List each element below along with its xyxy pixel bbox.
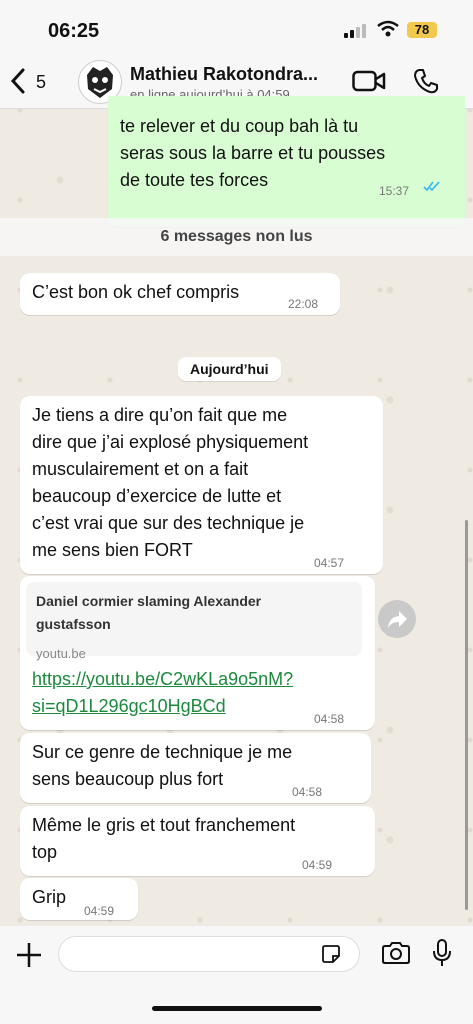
link-preview-card[interactable]: Daniel cormier slaming Alexander gustafs… bbox=[26, 582, 362, 661]
contact-name[interactable]: Mathieu Rakotondra... bbox=[130, 64, 318, 85]
message-line: Même le gris et tout franchement bbox=[32, 815, 296, 835]
message-line: Sur ce genre de technique je me bbox=[32, 742, 293, 762]
unread-divider: 6 messages non lus bbox=[0, 218, 473, 256]
battery-indicator: 78 bbox=[407, 22, 437, 38]
message-time: 22:08 bbox=[288, 297, 319, 311]
link-preview-title: Daniel cormier slaming Alexander gustafs… bbox=[36, 593, 262, 632]
unread-chats-count[interactable]: 5 bbox=[36, 72, 46, 93]
message-line: te relever et du coup bah là tu bbox=[120, 116, 359, 136]
message-time: 04:59 bbox=[302, 858, 333, 872]
wifi-icon bbox=[377, 20, 399, 37]
phone-icon[interactable] bbox=[413, 68, 439, 94]
message-time: 04:59 bbox=[84, 904, 115, 918]
sticker-icon[interactable] bbox=[321, 944, 341, 964]
message-time: 15:37 bbox=[379, 184, 410, 198]
incoming-link-message[interactable]: Daniel cormier slaming Alexander gustafs… bbox=[20, 576, 375, 730]
message-input[interactable] bbox=[58, 936, 360, 972]
home-indicator bbox=[152, 1006, 322, 1011]
message-time: 04:57 bbox=[314, 556, 345, 570]
back-chevron-icon[interactable] bbox=[10, 68, 26, 94]
scrollbar[interactable] bbox=[465, 520, 468, 910]
message-time: 04:58 bbox=[292, 785, 323, 799]
message-url[interactable]: si=qD1L296gc10HgBCd bbox=[32, 693, 293, 720]
message-text: C’est bon ok chef compris bbox=[32, 282, 240, 302]
message-line: musculairement et on a fait bbox=[32, 459, 249, 479]
message-text: Grip bbox=[32, 887, 67, 907]
message-line: seras sous la barre et tu pousses bbox=[120, 143, 386, 163]
video-call-icon[interactable] bbox=[352, 70, 386, 92]
status-time: 06:25 bbox=[48, 20, 100, 42]
message-line: Je tiens a dire qu’on fait que me bbox=[32, 405, 288, 425]
outgoing-message[interactable]: te relever et du coup bah là tu seras so… bbox=[108, 96, 465, 227]
message-line: beaucoup d’exercice de lutte et bbox=[32, 486, 282, 506]
incoming-message[interactable]: C’est bon ok chef compris 22:08 bbox=[20, 273, 340, 315]
forward-button[interactable] bbox=[378, 600, 416, 638]
mic-icon[interactable] bbox=[432, 938, 452, 968]
incoming-message[interactable]: Je tiens a dire qu’on fait que me dire q… bbox=[20, 396, 383, 574]
message-line: dire que j’ai explosé physiquement bbox=[32, 432, 309, 452]
forward-icon bbox=[388, 611, 407, 628]
signal-icon bbox=[344, 24, 366, 38]
date-divider: Aujourd’hui bbox=[178, 357, 281, 381]
plus-icon[interactable] bbox=[14, 940, 44, 970]
incoming-message[interactable]: Même le gris et tout franchement top 04:… bbox=[20, 806, 375, 876]
camera-icon[interactable] bbox=[381, 941, 411, 965]
message-line: c’est vrai que sur des technique je bbox=[32, 513, 305, 533]
incoming-message[interactable]: Grip 04:59 bbox=[20, 878, 138, 920]
message-time: 04:58 bbox=[314, 712, 345, 726]
double-check-icon bbox=[423, 181, 440, 192]
link-preview-domain: youtu.be bbox=[36, 646, 86, 661]
incoming-message[interactable]: Sur ce genre de technique je me sens bea… bbox=[20, 733, 371, 803]
message-url[interactable]: https://youtu.be/C2wKLa9o5nM? bbox=[32, 666, 293, 693]
status-bar: 06:25 78 bbox=[0, 0, 473, 56]
